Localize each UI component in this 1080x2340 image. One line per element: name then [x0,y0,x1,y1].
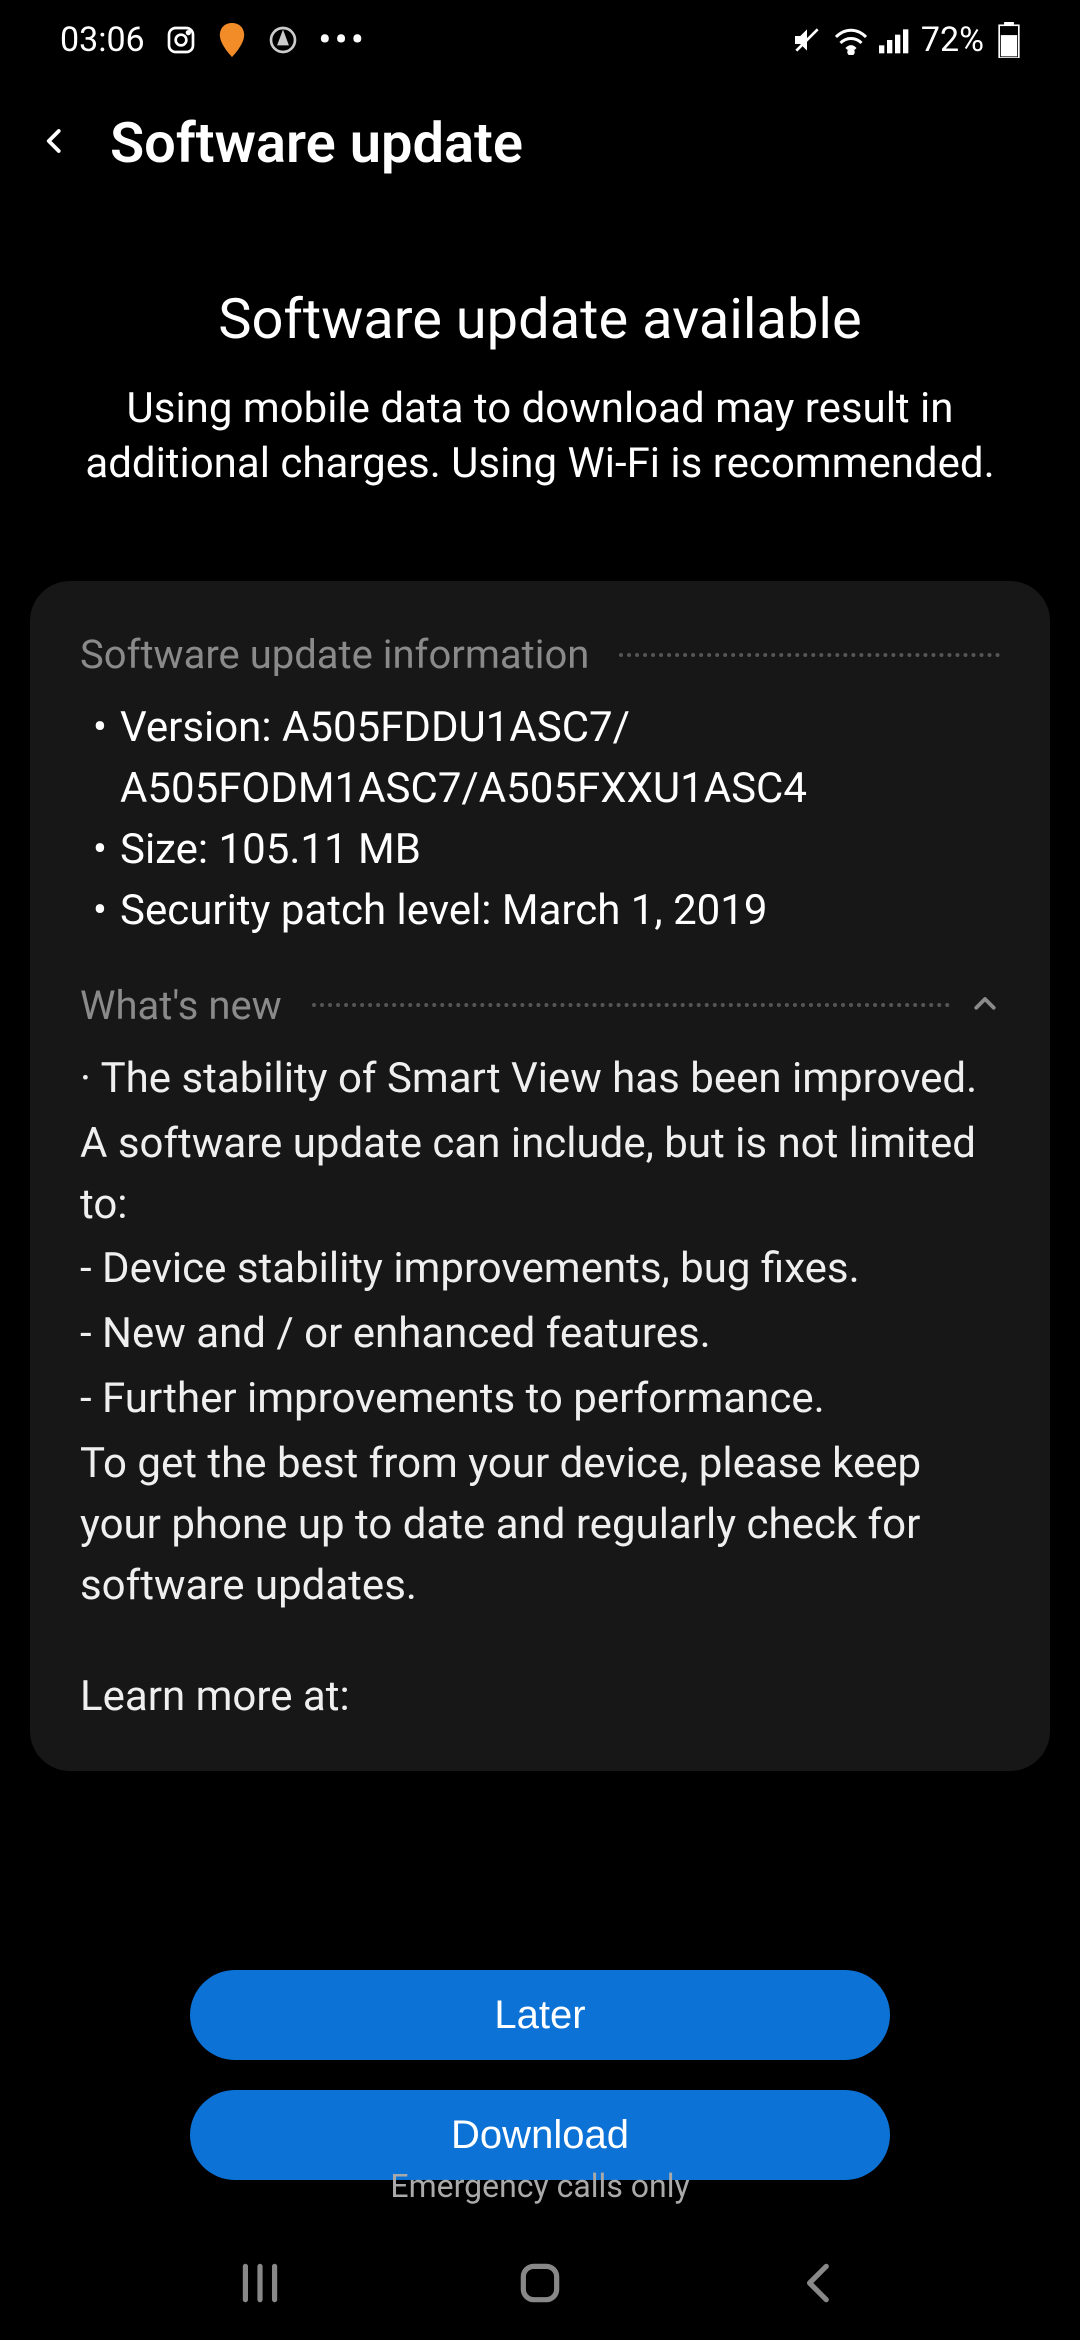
back-icon[interactable] [40,126,70,160]
later-button[interactable]: Later [190,1970,890,2060]
dotted-divider [619,653,1000,657]
emergency-label: Emergency calls only [0,2167,1080,2205]
whats-new-bullet1: - Device stability improvements, bug fix… [80,1239,1000,1300]
size-line: Size: 105.11 MB [120,820,421,881]
more-notifications-icon: ••• [319,20,368,60]
header-title: Software update available [80,286,1000,352]
whats-new-heading[interactable]: What's new [50,982,1030,1049]
whats-new-line1: · The stability of Smart View has been i… [80,1049,1000,1110]
whats-new-line2: A software update can include, but is no… [80,1114,1000,1236]
info-list: •Version: A505FDDU1ASC7/ A505FODM1ASC7/A… [50,698,1030,982]
version-line2: A505FODM1ASC7/A505FXXU1ASC4 [120,759,807,820]
status-bar: 03:06 ••• 72% [0,0,1080,80]
status-left: 03:06 ••• [60,20,367,60]
compass-icon [267,24,299,56]
instagram-icon [165,24,197,56]
wifi-icon [833,25,869,55]
whats-new-heading-text: What's new [80,982,282,1029]
whats-new-bullet3: - Further improvements to performance. [80,1369,1000,1430]
cellular-signal-icon [879,26,911,54]
battery-percent: 72% [921,20,984,60]
info-section-heading: Software update information [50,631,1030,698]
mute-icon [791,24,823,56]
recents-icon[interactable] [235,2258,285,2312]
whats-new-line3: To get the best from your device, please… [80,1434,1000,1617]
version-line1: Version: A505FDDU1ASC7/ [120,698,630,759]
info-heading-text: Software update information [80,631,589,678]
app-bar: Software update [0,80,1080,226]
status-time: 03:06 [60,20,145,60]
header-block: Software update available Using mobile d… [0,226,1080,581]
swiggy-icon [217,23,247,57]
button-area: Later Download [0,1970,1080,2180]
security-patch-line: Security patch level: March 1, 2019 [120,881,768,942]
home-icon[interactable] [515,2258,565,2312]
system-nav-bar [0,2230,1080,2340]
update-info-card[interactable]: Software update information •Version: A5… [30,581,1050,1771]
chevron-up-icon[interactable] [970,982,1000,1029]
whats-new-bullet2: - New and / or enhanced features. [80,1304,1000,1365]
header-subtitle: Using mobile data to download may result… [80,382,1000,491]
dotted-divider [312,1003,950,1007]
battery-icon [998,22,1020,58]
learn-more-line: Learn more at: [80,1667,1000,1728]
back-nav-icon[interactable] [795,2258,845,2312]
app-bar-title: Software update [110,110,523,176]
status-right: 72% [791,20,1020,60]
whats-new-body: · The stability of Smart View has been i… [50,1049,1030,1728]
